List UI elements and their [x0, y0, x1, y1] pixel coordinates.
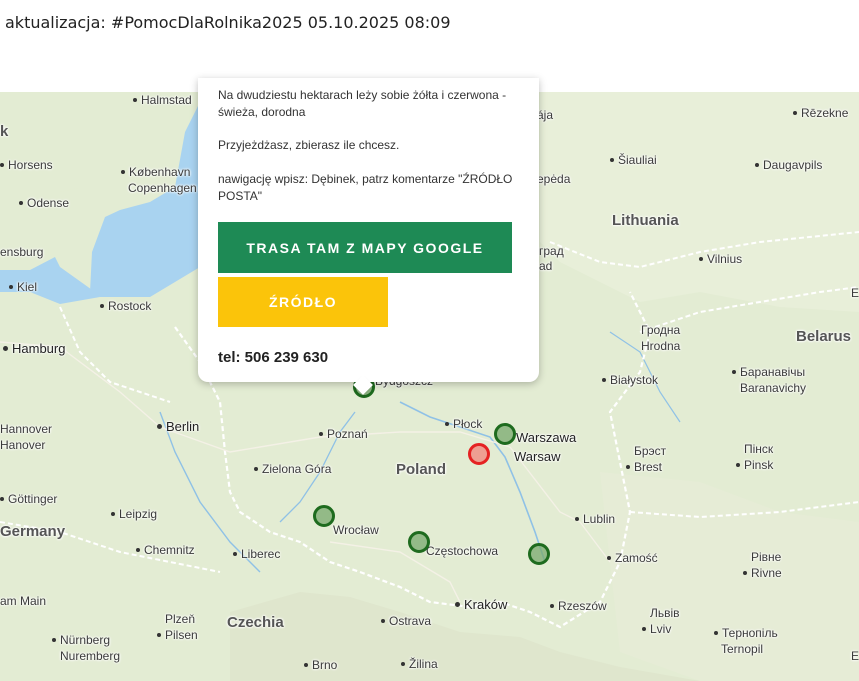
map-label-czestochowa: Częstochowa [426, 544, 499, 558]
map-label-germany: Germany [0, 523, 66, 540]
map-marker-czestochowa[interactable] [408, 531, 430, 553]
map-label-zilina: Žilina [401, 657, 438, 672]
map-label-ostrava: Ostrava [381, 614, 431, 629]
map-label-vilnius: Vilnius [699, 252, 742, 267]
map-marker-warsaw[interactable] [494, 423, 516, 445]
map-label-nurnberg: Nürnberg [52, 633, 110, 648]
map-label-ensburg: ensburg [0, 245, 44, 259]
map-label-e-bottom: E [851, 649, 859, 663]
source-button[interactable]: ŹRÓDŁO [218, 277, 388, 327]
popup-navigation-note: nawigację wpisz: Dębinek, patrz komentar… [218, 172, 513, 203]
map-label-chemnitz: Chemnitz [136, 543, 195, 558]
map-popup: Na dwudziestu hektarach leży sobie żółta… [198, 78, 539, 395]
map-label-aja: ája [537, 108, 554, 122]
map-label-rivne: Rivne [743, 566, 782, 581]
popup-description: Na dwudziestu hektarach leży sobie żółta… [218, 88, 507, 119]
map-label-brest: Brest [626, 460, 662, 475]
map-label-brno: Brno [304, 658, 337, 673]
map-label-am-main: am Main [0, 594, 47, 608]
map-label-baranavichy: Baranavichy [740, 381, 807, 395]
map-label-ad: ad [539, 259, 553, 273]
map-label-k: k [0, 123, 9, 140]
map-marker-wroclaw[interactable] [313, 505, 335, 527]
map-label-odense: Odense [19, 196, 69, 211]
phone-number[interactable]: tel: 506 239 630 [218, 349, 328, 366]
map-label-belarus: Belarus [796, 328, 852, 345]
google-maps-route-button[interactable]: TRASA TAM Z MAPY GOOGLE [218, 222, 512, 273]
map-label-hannover: Hannover [0, 422, 53, 436]
map-label-krakow: Kraków [455, 597, 507, 612]
map-label-ternopil: Ternopil [721, 642, 764, 656]
map-label-lithuania: Lithuania [612, 212, 679, 229]
map-label-gottinger: Göttinger [0, 492, 57, 507]
map-label-pinsk-cyr: Пінск [744, 442, 774, 456]
map-label-kiel: Kiel [9, 280, 37, 295]
map-label-pilsen: Pilsen [157, 628, 198, 643]
map-marker-lublin-area[interactable] [528, 543, 550, 565]
map-label-copenhagen: Copenhagen [128, 181, 197, 195]
map-label-peda: ерėda [537, 172, 571, 186]
map-label-rzeszow: Rzeszów [550, 599, 607, 614]
map-label-lublin: Lublin [575, 512, 615, 527]
map-label-poland: Poland [396, 461, 447, 478]
map-label-pinsk: Pinsk [736, 458, 773, 473]
map-label-leipzig: Leipzig [111, 507, 157, 522]
map-label-grad: град [539, 244, 564, 258]
map-label-e-top: E [851, 286, 859, 300]
map-label-rostock: Rostock [100, 299, 151, 314]
map-label-hamburg: Hamburg [3, 341, 65, 356]
map-label-kobenhavn: København [121, 165, 190, 180]
map-label-plock: Płock [445, 417, 482, 432]
map-label-ternopil-cyr: Тернопіль [714, 626, 778, 641]
map-label-rezekne: Rēzekne [793, 106, 848, 121]
map-label-wroclaw: Wrocław [333, 523, 379, 537]
map-label-czechia: Czechia [227, 614, 284, 631]
map-label-hrodna: Hrodna [641, 339, 681, 353]
map-label-halmstad: Halmstad [133, 93, 192, 108]
map-label-plzen: Plzeň [165, 612, 196, 626]
map-label-bialystok: Białystok [602, 373, 658, 388]
map-label-baranovichi: Баранавічы [732, 365, 805, 380]
map-label-berlin: Berlin [157, 419, 199, 434]
map-label-brest-cyr: Брэст [634, 444, 667, 458]
map-label-grodno: Гродна [641, 323, 681, 337]
map-label-warsaw: Warsaw [514, 449, 561, 464]
popup-instruction: Przyjeżdżasz, zbierasz ile chcesz. [218, 138, 400, 152]
popup-content: Na dwudziestu hektarach leży sobie żółta… [198, 78, 539, 382]
map-label-zamosc: Zamość [607, 551, 658, 566]
map-label-siauliai: Šiauliai [610, 153, 657, 168]
map-label-horsens: Horsens [0, 158, 53, 173]
map-label-poznan: Poznań [319, 427, 368, 442]
map-label-nuremberg: Nuremberg [60, 649, 121, 663]
update-info-text: aktualizacja: #PomocDlaRolnika2025 05.10… [5, 13, 451, 32]
map-label-zielona-gora: Zielona Góra [254, 462, 331, 477]
map-label-liberec: Liberec [233, 547, 280, 562]
map-marker-selected[interactable] [468, 443, 490, 465]
map-label-warszawa: Warszawa [516, 430, 577, 445]
map-label-rivne-cyr: Рівне [751, 550, 782, 564]
map-label-lviv-cyr: Львів [650, 606, 680, 620]
map-label-lviv: Lviv [642, 622, 671, 637]
map-label-daugavpils: Daugavpils [755, 158, 822, 173]
map-label-hanover: Hanover [0, 438, 46, 452]
